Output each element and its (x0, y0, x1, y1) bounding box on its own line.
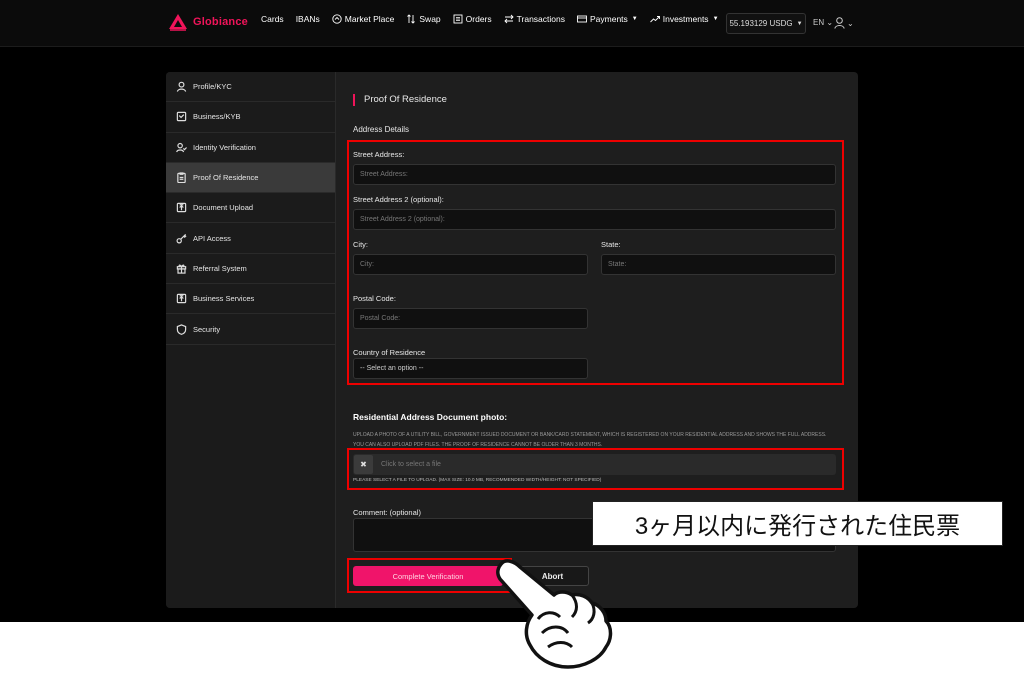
upload-icon (176, 203, 187, 213)
clipboard-icon (177, 172, 186, 184)
user-icon (176, 81, 187, 92)
orders-icon (453, 14, 463, 24)
main-nav: Cards IBANs Market Place Swap Orders Tra… (261, 14, 731, 24)
sidebar-item-business-kyb[interactable]: Business/KYB (166, 102, 335, 133)
brand-name: Globiance (193, 16, 248, 28)
sidebar-item-label: Proof Of Residence (193, 173, 259, 183)
highlight-address-box (347, 140, 844, 385)
nav-ibans[interactable]: IBANs (296, 14, 320, 24)
pointing-hand-icon (496, 559, 613, 669)
sidebar-item-label: Document Upload (193, 203, 254, 213)
document-photo-description: Upload a photo of a utility bill, govern… (353, 432, 827, 448)
balance-dropdown[interactable]: 55.193129 USDG ▼ (726, 13, 806, 34)
sidebar-item-identity-verification[interactable]: Identity Verification (166, 133, 335, 163)
language-label: EN (813, 18, 825, 27)
comment-label: Comment: (optional) (353, 508, 421, 517)
nav-investments[interactable]: Investments ▼ (649, 14, 719, 24)
user-check-icon (176, 142, 187, 153)
chevron-down-icon: ⌄ (826, 18, 834, 27)
sidebar-item-label: Referral System (193, 263, 247, 273)
transactions-icon (504, 14, 514, 24)
marketplace-icon (332, 14, 342, 24)
nav-label: Orders (465, 14, 492, 24)
payments-icon (577, 15, 587, 23)
nav-payments[interactable]: Payments ▼ (577, 14, 638, 24)
investments-icon (649, 16, 660, 23)
sidebar-item-profile-kyc[interactable]: Profile/KYC (166, 72, 335, 103)
key-icon (176, 233, 187, 244)
nav-label: Payments (589, 14, 628, 24)
nav-label: Swap (419, 14, 441, 24)
nav-label: Cards (261, 14, 284, 24)
nav-swap[interactable]: Swap (406, 14, 441, 24)
settings-sidebar: Profile/KYC Business/KYB Identity Verifi… (166, 72, 336, 608)
annotation-callout: 3ヶ月以内に発行された住民票 (592, 501, 1003, 546)
sidebar-item-label: Business Services (193, 294, 255, 304)
sidebar-item-label: Identity Verification (193, 142, 256, 152)
highlight-complete-button (347, 558, 512, 593)
chevron-down-icon: ▼ (796, 20, 803, 27)
page-title: Proof Of Residence (353, 94, 447, 106)
top-navbar: Globiance Cards IBANs Market Place Swap … (0, 0, 1024, 47)
nav-cards[interactable]: Cards (261, 14, 284, 24)
sidebar-item-label: Security (193, 324, 221, 334)
nav-label: Transactions (516, 14, 565, 24)
nav-label: Investments (662, 14, 709, 24)
user-menu[interactable]: ⌄ (834, 15, 856, 31)
sidebar-item-security[interactable]: Security (166, 314, 335, 345)
sidebar-item-label: Profile/KYC (193, 82, 232, 92)
nav-market-place[interactable]: Market Place (332, 14, 395, 24)
document-photo-title: Residential Address Document photo: (353, 412, 508, 422)
business-upload-icon (176, 293, 187, 304)
nav-label: IBANs (295, 14, 320, 24)
chevron-down-icon: ⌄ (847, 18, 854, 28)
sidebar-item-label: Business/KYB (193, 112, 241, 122)
chevron-down-icon: ▼ (631, 16, 638, 22)
sidebar-item-label: API Access (193, 233, 231, 243)
shield-icon (176, 323, 187, 335)
gift-icon (176, 264, 187, 274)
nav-transactions[interactable]: Transactions (504, 14, 565, 24)
briefcase-icon (176, 112, 187, 122)
balance-value: 55.193129 USDG (729, 19, 793, 28)
page: Globiance Cards IBANs Market Place Swap … (0, 0, 1024, 679)
logo-icon (169, 14, 187, 31)
language-selector[interactable]: EN ⌄ (813, 18, 833, 27)
nav-orders[interactable]: Orders (453, 14, 492, 24)
nav-label: Market Place (344, 14, 395, 24)
highlight-upload-box (347, 448, 844, 490)
brand-logo[interactable]: Globiance (168, 13, 248, 31)
sidebar-item-referral-system[interactable]: Referral System (166, 254, 335, 285)
swap-icon (407, 14, 416, 24)
sidebar-item-document-upload[interactable]: Document Upload (166, 193, 335, 224)
user-icon (834, 17, 845, 29)
chevron-down-icon: ▼ (712, 16, 719, 22)
sidebar-item-proof-of-residence[interactable]: Proof Of Residence (166, 162, 335, 194)
address-details-heading: Address Details (353, 125, 410, 134)
sidebar-item-business-services[interactable]: Business Services (166, 284, 335, 315)
sidebar-item-api-access[interactable]: API Access (166, 223, 335, 254)
